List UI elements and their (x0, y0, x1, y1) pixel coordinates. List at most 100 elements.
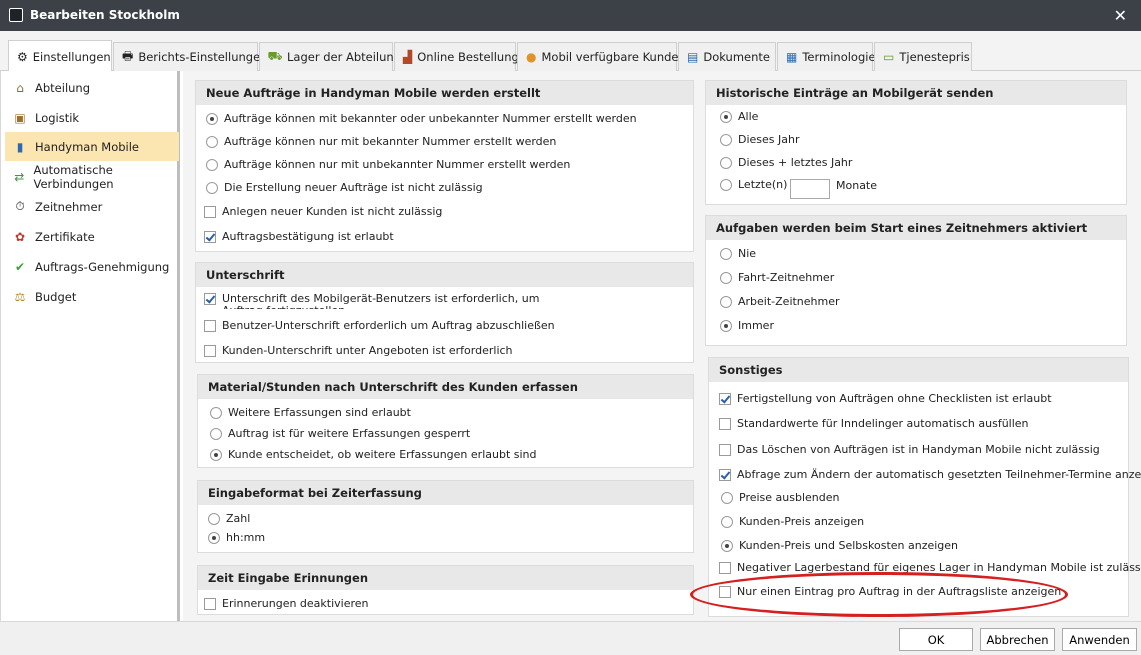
radio-button[interactable] (720, 296, 732, 308)
radio-button[interactable] (720, 320, 732, 332)
checkbox[interactable] (204, 231, 216, 243)
months-input[interactable] (790, 179, 830, 199)
option-row[interactable]: Negativer Lagerbestand für eigenes Lager… (719, 562, 1141, 574)
radio-button[interactable] (720, 157, 732, 169)
radio-button[interactable] (210, 428, 222, 440)
tab-terminologie[interactable]: ▦ Terminologie (777, 42, 876, 71)
sidebar-item-logistik[interactable]: ▣ Logistik (5, 103, 179, 132)
option-row[interactable]: Benutzer-Unterschrift erforderlich um Au… (204, 320, 555, 332)
option-row[interactable]: Dieses + letztes Jahr (720, 157, 852, 169)
radio-button[interactable] (720, 272, 732, 284)
option-row[interactable]: Preise ausblenden (721, 492, 839, 504)
sidebar-item-abteilung[interactable]: ⌂ Abteilung (5, 73, 179, 102)
tab-mobil-kunden[interactable]: ● Mobil verfügbare Kunden (517, 42, 686, 71)
tab-berichts-einstellungen[interactable]: 🖶 Berichts-Einstellungen (113, 42, 267, 71)
option-row[interactable]: Die Erstellung neuer Aufträge ist nicht … (206, 182, 483, 194)
option-row[interactable]: Auftragsbestätigung ist erlaubt (204, 231, 394, 243)
checkbox[interactable] (719, 469, 731, 481)
option-label: Kunde entscheidet, ob weitere Erfassunge… (228, 448, 537, 461)
group-neue-auftraege: Neue Aufträge in Handyman Mobile werden … (195, 80, 694, 252)
option-row[interactable]: Aufträge können nur mit bekannter Nummer… (206, 136, 556, 148)
document-icon: ▤ (687, 50, 699, 64)
tab-online-bestellung[interactable]: ▟ Online Bestellung (394, 42, 519, 71)
radio-button[interactable] (721, 540, 733, 552)
tab-tjenestepris[interactable]: ▭ Tjenestepris (874, 42, 972, 71)
checkbox[interactable] (204, 320, 216, 332)
option-row[interactable]: Kunden-Preis und Selbskosten anzeigen (721, 540, 958, 552)
radio-button[interactable] (721, 516, 733, 528)
radio-button[interactable] (206, 136, 218, 148)
sidebar-item-auftrags-genehmigung[interactable]: ✔ Auftrags-Genehmigung (5, 252, 179, 281)
radio-button[interactable] (206, 113, 218, 125)
radio-button[interactable] (208, 513, 220, 525)
option-row[interactable]: Auftrag ist für weitere Erfassungen gesp… (210, 428, 470, 440)
sidebar-item-budget[interactable]: ⚖ Budget (5, 282, 179, 311)
option-row[interactable]: Das Löschen von Aufträgen ist in Handyma… (719, 444, 1100, 456)
option-row[interactable]: Arbeit-Zeitnehmer (720, 296, 840, 308)
apply-button[interactable]: Anwenden (1062, 628, 1137, 651)
radio-button[interactable] (208, 532, 220, 544)
checkbox[interactable] (719, 586, 731, 598)
tab-label: Einstellungen (32, 49, 111, 64)
cancel-button[interactable]: Abbrechen (980, 628, 1055, 651)
phone-icon: ▮ (16, 139, 24, 154)
radio-button[interactable] (210, 449, 222, 461)
sidebar-item-zertifikate[interactable]: ✿ Zertifikate (5, 222, 179, 251)
checkbox[interactable] (204, 598, 216, 610)
checkbox[interactable] (719, 444, 731, 456)
tab-lager[interactable]: ⛟ Lager der Abteilung (259, 42, 401, 71)
option-row[interactable]: Aufträge können nur mit unbekannter Numm… (206, 159, 570, 171)
checkbox[interactable] (204, 206, 216, 218)
option-row[interactable]: Nie (720, 248, 756, 260)
option-row[interactable]: Kunden-Preis anzeigen (721, 516, 864, 528)
option-label: Negativer Lagerbestand für eigenes Lager… (737, 561, 1141, 574)
radio-button[interactable] (721, 492, 733, 504)
option-row[interactable]: Standardwerte für Inndelinger automatisc… (719, 418, 1029, 430)
option-row[interactable]: Immer (720, 320, 774, 332)
option-row[interactable]: hh:mm (208, 532, 265, 544)
option-row[interactable]: Kunden-Unterschrift unter Angeboten ist … (204, 345, 513, 357)
option-row[interactable]: Erinnerungen deaktivieren (204, 598, 369, 610)
option-row[interactable]: Kunde entscheidet, ob weitere Erfassunge… (210, 449, 537, 461)
option-row[interactable]: Anlegen neuer Kunden ist nicht zulässig (204, 206, 442, 218)
radio-button[interactable] (206, 182, 218, 194)
radio-button[interactable] (720, 111, 732, 123)
checkbox[interactable] (204, 345, 216, 357)
settings-content: Neue Aufträge in Handyman Mobile werden … (183, 71, 1141, 621)
tab-label: Online Bestellung (417, 50, 519, 64)
group-material-stunden: Material/Stunden nach Unterschrift des K… (197, 374, 694, 468)
option-row[interactable]: Nur einen Eintrag pro Auftrag in der Auf… (719, 586, 1061, 598)
option-row[interactable]: Aufträge können mit bekannter oder unbek… (206, 113, 637, 125)
tab-einstellungen[interactable]: ⚙ Einstellungen (8, 40, 112, 72)
sidebar-item-label: Budget (35, 289, 77, 304)
tab-dokumente[interactable]: ▤ Dokumente (678, 42, 776, 71)
option-row[interactable]: Fahrt-Zeitnehmer (720, 272, 834, 284)
sidebar-item-automatische-verbindungen[interactable]: ⇄ Automatische Verbindungen (5, 162, 179, 191)
option-row[interactable]: Weitere Erfassungen sind erlaubt (210, 407, 411, 419)
radio-button[interactable] (206, 159, 218, 171)
sidebar-item-label: Zertifikate (35, 229, 95, 244)
checkbox[interactable] (719, 562, 731, 574)
option-row[interactable]: Unterschrift des Mobilgerät-Benutzers is… (204, 293, 554, 309)
option-row[interactable]: Abfrage zum Ändern der automatisch geset… (719, 469, 1141, 481)
tab-label: Terminologie (802, 50, 876, 64)
option-row[interactable]: Letzte(n) (720, 179, 787, 191)
option-row[interactable]: Zahl (208, 513, 250, 525)
sidebar-item-zeitnehmer[interactable]: ⏱ Zeitnehmer (5, 192, 179, 221)
radio-button[interactable] (720, 179, 732, 191)
checkbox[interactable] (719, 393, 731, 405)
tab-label: Mobil verfügbare Kunden (541, 50, 686, 64)
ok-button[interactable]: OK (899, 628, 973, 651)
option-row[interactable]: Alle (720, 111, 758, 123)
radio-button[interactable] (720, 134, 732, 146)
checkbox[interactable] (719, 418, 731, 430)
radio-button[interactable] (720, 248, 732, 260)
option-row[interactable]: Fertigstellung von Aufträgen ohne Checkl… (719, 393, 1052, 405)
group-erinnerungen: Zeit Eingabe Erinnungen Erinnerungen dea… (197, 565, 694, 615)
checkbox[interactable] (204, 293, 216, 305)
option-row[interactable]: Dieses Jahr (720, 134, 800, 146)
radio-button[interactable] (210, 407, 222, 419)
close-icon[interactable]: ✕ (1114, 6, 1127, 25)
sidebar-item-handyman-mobile[interactable]: ▮ Handyman Mobile (5, 132, 179, 161)
group-unterschrift: Unterschrift Unterschrift des Mobilgerät… (195, 262, 694, 363)
